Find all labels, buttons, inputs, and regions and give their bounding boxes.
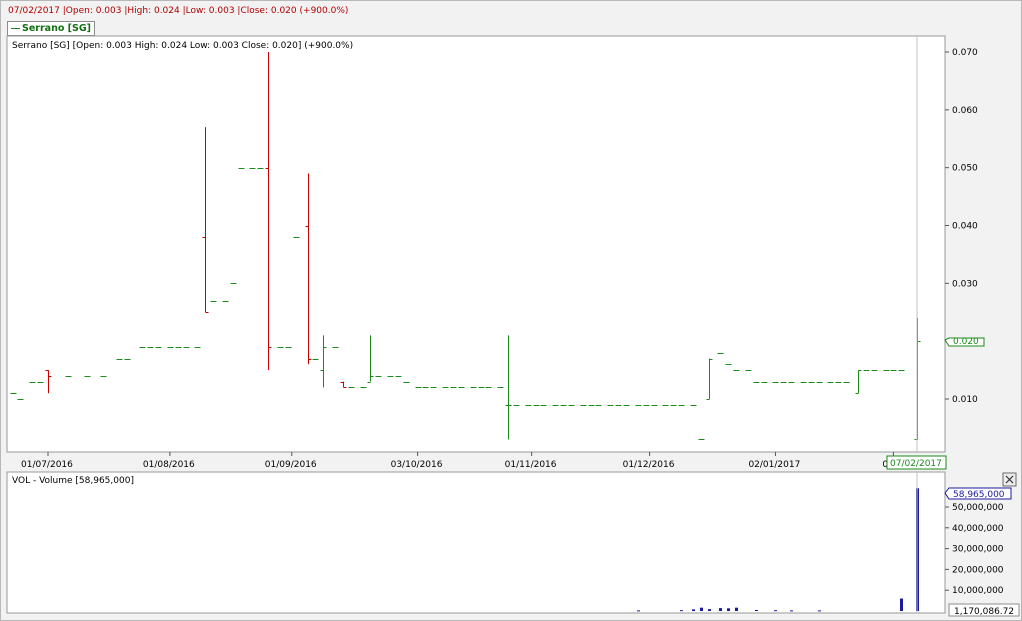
price-y-tick-label: 0.060 — [952, 106, 978, 116]
volume-bottom-label: 1,170,086.72 — [948, 603, 1020, 617]
volume-bar — [735, 607, 738, 611]
close-panel-button[interactable] — [1002, 472, 1017, 487]
price-x-tick-label: 01/09/2016 — [265, 460, 317, 470]
chart-canvas[interactable]: Serrano [SG] [Open: 0.003 High: 0.024 Lo… — [1, 1, 1021, 620]
volume-bar — [774, 610, 777, 612]
volume-bar — [637, 610, 640, 612]
volume-bar — [719, 608, 722, 611]
volume-bar — [727, 608, 730, 611]
volume-y-tick-label: 50,000,000 — [952, 503, 1004, 513]
last-volume-label: 58,965,000 — [944, 487, 1012, 500]
volume-bar — [790, 610, 793, 612]
volume-plot-area — [6, 471, 946, 614]
price-x-tick-label: 01/07/2016 — [21, 460, 73, 470]
price-y-tick-label: 0.070 — [952, 48, 978, 58]
volume-y-tick-label: 10,000,000 — [952, 586, 1004, 596]
volume-bar — [708, 609, 711, 611]
price-y-ticks: 0.070 0.060 0.050 0.040 0.030 0.020 0.010 — [945, 48, 978, 405]
last-volume-text: 58,965,000 — [953, 490, 1005, 500]
volume-bar — [692, 609, 695, 611]
price-x-tick-label: 01/12/2016 — [623, 460, 675, 470]
volume-bar — [755, 609, 758, 611]
volume-y-tick-label: 20,000,000 — [952, 565, 1004, 575]
price-y-tick-label: 0.030 — [952, 279, 978, 289]
price-x-tick-label: 03/10/2016 — [391, 460, 443, 470]
volume-y-tick-label: 40,000,000 — [952, 524, 1004, 534]
price-y-tick-label: 0.040 — [952, 222, 978, 232]
volume-y-ticks: 50,000,000 40,000,000 30,000,000 20,000,000… — [945, 503, 1004, 596]
volume-bottom-text: 1,170,086.72 — [954, 607, 1014, 617]
price-y-tick-label: 0.010 — [952, 395, 978, 405]
volume-bar — [680, 610, 683, 612]
crosshair-date-text: 07/02/2017 — [890, 459, 942, 469]
price-plot-area — [6, 35, 946, 453]
volume-y-tick-label: 30,000,000 — [952, 545, 1004, 555]
price-x-tick-label: 01/11/2016 — [505, 460, 557, 470]
price-x-tick-label: 02/01/2017 — [748, 460, 800, 470]
volume-overlay-text: VOL - Volume [58,965,000] — [12, 476, 134, 486]
volume-bar — [818, 610, 821, 612]
price-x-tick-label: 01/08/2016 — [143, 460, 195, 470]
price-overlay-text: Serrano [SG] [Open: 0.003 High: 0.024 Lo… — [12, 41, 353, 51]
price-x-ticks: 01/07/2016 01/08/2016 01/09/2016 03/10/2016… — [21, 452, 903, 470]
price-y-tick-label: 0.050 — [952, 164, 978, 174]
crosshair-date-label: 07/02/2017 — [886, 455, 947, 470]
last-price-label: 0.020 — [944, 337, 985, 347]
chart-window: 07/02/2017 |Open: 0.003 |High: 0.024 |Lo… — [0, 0, 1022, 621]
volume-bar — [900, 598, 903, 611]
last-price-text: 0.020 — [953, 337, 979, 347]
volume-bar — [700, 607, 703, 611]
